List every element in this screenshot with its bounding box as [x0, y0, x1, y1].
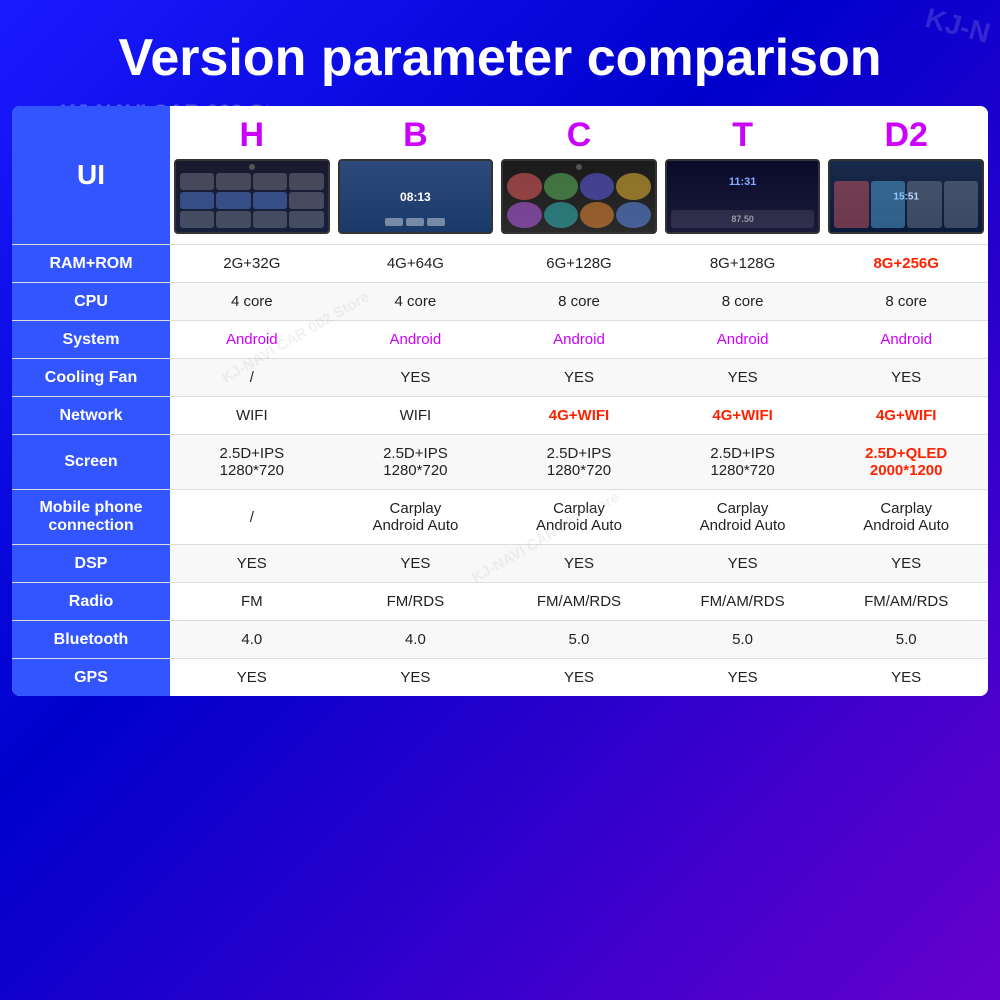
cell-row0-col3: 8G+128G [661, 245, 825, 283]
cell-row2-col1: Android [334, 321, 498, 359]
cell-row1-col0: 4 core [170, 283, 334, 321]
table-row: GPSYESYESYESYESYES [12, 659, 988, 697]
cell-row6-col1: CarplayAndroid Auto [334, 490, 498, 545]
page-title: Version parameter comparison [0, 0, 1000, 96]
table-row: CPU4 core4 core8 core8 core8 core [12, 283, 988, 321]
row-label-screen: Screen [12, 435, 170, 490]
version-b-header: B 08:13 [334, 106, 498, 245]
cell-row10-col2: YES [497, 659, 661, 697]
row-label-system: System [12, 321, 170, 359]
cell-row1-col3: 8 core [661, 283, 825, 321]
table-row: DSPYESYESYESYESYES [12, 545, 988, 583]
version-b-letter: B [338, 116, 494, 155]
cell-row7-col2: YES [497, 545, 661, 583]
row-label-radio: Radio [12, 583, 170, 621]
comparison-table: UI H [12, 106, 988, 696]
cell-row2-col4: Android [824, 321, 988, 359]
row-label-bluetooth: Bluetooth [12, 621, 170, 659]
table-row: RAM+ROM2G+32G4G+64G6G+128G8G+128G8G+256G [12, 245, 988, 283]
ui-screenshot-b: 08:13 [338, 159, 494, 234]
cell-row2-col0: Android [170, 321, 334, 359]
table-row: Cooling Fan/YESYESYESYES [12, 359, 988, 397]
cell-row6-col4: CarplayAndroid Auto [824, 490, 988, 545]
table-body: RAM+ROM2G+32G4G+64G6G+128G8G+128G8G+256G… [12, 245, 988, 697]
version-d2-header: D2 15:51 [824, 106, 988, 245]
cell-row7-col1: YES [334, 545, 498, 583]
header-row: UI H [12, 106, 988, 245]
row-label-cpu: CPU [12, 283, 170, 321]
cell-row2-col3: Android [661, 321, 825, 359]
row-label-cooling-fan: Cooling Fan [12, 359, 170, 397]
cell-row1-col1: 4 core [334, 283, 498, 321]
cell-row4-col1: WIFI [334, 397, 498, 435]
cell-row3-col2: YES [497, 359, 661, 397]
row-label-mobile-phone-connection: Mobile phoneconnection [12, 490, 170, 545]
cell-row5-col3: 2.5D+IPS1280*720 [661, 435, 825, 490]
ui-label-header: UI [12, 106, 170, 245]
cell-row0-col4: 8G+256G [824, 245, 988, 283]
cell-row0-col2: 6G+128G [497, 245, 661, 283]
cell-row10-col0: YES [170, 659, 334, 697]
version-c-letter: C [501, 116, 657, 155]
cell-row6-col0: / [170, 490, 334, 545]
table-row: Bluetooth4.04.05.05.05.0 [12, 621, 988, 659]
cell-row8-col4: FM/AM/RDS [824, 583, 988, 621]
table-row: Screen2.5D+IPS1280*7202.5D+IPS1280*7202.… [12, 435, 988, 490]
cell-row9-col3: 5.0 [661, 621, 825, 659]
cell-row7-col0: YES [170, 545, 334, 583]
cell-row9-col0: 4.0 [170, 621, 334, 659]
cell-row3-col1: YES [334, 359, 498, 397]
version-t-header: T 11:31 87.50 [661, 106, 825, 245]
cell-row4-col2: 4G+WIFI [497, 397, 661, 435]
cell-row0-col0: 2G+32G [170, 245, 334, 283]
version-c-header: C [497, 106, 661, 245]
version-h-header: H [170, 106, 334, 245]
row-label-gps: GPS [12, 659, 170, 697]
cell-row2-col2: Android [497, 321, 661, 359]
ui-screenshot-d2: 15:51 [828, 159, 984, 234]
cell-row4-col4: 4G+WIFI [824, 397, 988, 435]
cell-row6-col2: CarplayAndroid Auto [497, 490, 661, 545]
cell-row5-col4: 2.5D+QLED2000*1200 [824, 435, 988, 490]
table-row: NetworkWIFIWIFI4G+WIFI4G+WIFI4G+WIFI [12, 397, 988, 435]
cell-row6-col3: CarplayAndroid Auto [661, 490, 825, 545]
row-label-dsp: DSP [12, 545, 170, 583]
cell-row4-col3: 4G+WIFI [661, 397, 825, 435]
cell-row0-col1: 4G+64G [334, 245, 498, 283]
cell-row9-col2: 5.0 [497, 621, 661, 659]
cell-row3-col4: YES [824, 359, 988, 397]
version-h-letter: H [174, 116, 330, 155]
cell-row4-col0: WIFI [170, 397, 334, 435]
row-label-network: Network [12, 397, 170, 435]
cell-row7-col3: YES [661, 545, 825, 583]
version-t-letter: T [665, 116, 821, 155]
cell-row10-col4: YES [824, 659, 988, 697]
cell-row1-col2: 8 core [497, 283, 661, 321]
version-d2-letter: D2 [828, 116, 984, 155]
table-row: SystemAndroidAndroidAndroidAndroidAndroi… [12, 321, 988, 359]
cell-row1-col4: 8 core [824, 283, 988, 321]
ui-screenshot-t: 11:31 87.50 [665, 159, 821, 234]
cell-row10-col3: YES [661, 659, 825, 697]
cell-row8-col0: FM [170, 583, 334, 621]
table-row: Mobile phoneconnection/CarplayAndroid Au… [12, 490, 988, 545]
cell-row7-col4: YES [824, 545, 988, 583]
ui-screenshot-h [174, 159, 330, 234]
table-row: RadioFMFM/RDSFM/AM/RDSFM/AM/RDSFM/AM/RDS [12, 583, 988, 621]
cell-row8-col3: FM/AM/RDS [661, 583, 825, 621]
row-label-ram+rom: RAM+ROM [12, 245, 170, 283]
cell-row5-col2: 2.5D+IPS1280*720 [497, 435, 661, 490]
cell-row9-col1: 4.0 [334, 621, 498, 659]
cell-row5-col0: 2.5D+IPS1280*720 [170, 435, 334, 490]
comparison-table-container: UI H [12, 106, 988, 696]
cell-row9-col4: 5.0 [824, 621, 988, 659]
ui-screenshot-c [501, 159, 657, 234]
cell-row10-col1: YES [334, 659, 498, 697]
cell-row8-col1: FM/RDS [334, 583, 498, 621]
cell-row5-col1: 2.5D+IPS1280*720 [334, 435, 498, 490]
cell-row8-col2: FM/AM/RDS [497, 583, 661, 621]
cell-row3-col0: / [170, 359, 334, 397]
cell-row3-col3: YES [661, 359, 825, 397]
